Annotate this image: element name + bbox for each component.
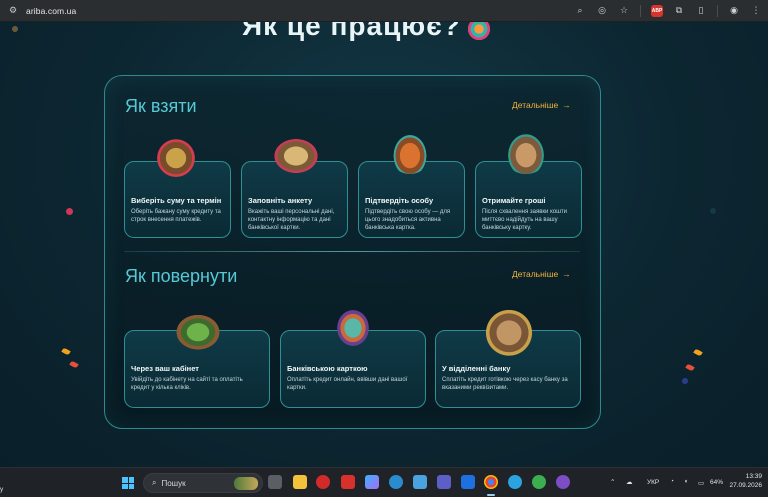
card-title: Банківською карткою: [287, 364, 368, 373]
utorrent-icon[interactable]: [532, 475, 546, 489]
browser-toolbar: ⚙ ariba.com.ua ⌕ ◎ ☆ ABP ⧉ ▯ ◉ ⋮: [0, 0, 768, 22]
confetti-decoration: [61, 347, 71, 356]
windows-start-icon[interactable]: [122, 477, 134, 489]
battery-percent: 64%: [710, 479, 724, 486]
bank-kiosk-character-illustration: [478, 302, 540, 358]
clock-time: 13:39: [745, 473, 762, 480]
card-title: Підтвердіть особу: [365, 196, 434, 205]
clock-date: 27.09.2026: [729, 481, 762, 489]
fox-character-illustration: [388, 128, 432, 174]
toolbar-divider: [640, 4, 641, 17]
viber-icon[interactable]: [556, 475, 570, 489]
section-title-return: Як повернути: [125, 266, 238, 286]
extensions-puzzle-icon[interactable]: ⧉: [673, 5, 685, 17]
active-app-indicator: [487, 494, 495, 496]
opera-icon[interactable]: [316, 475, 330, 489]
scroll-character-illustration: [268, 134, 324, 174]
file-explorer-icon[interactable]: [293, 475, 307, 489]
input-language[interactable]: УКР: [647, 479, 659, 486]
confetti-decoration: [708, 206, 718, 216]
card-title: Отримайте гроші: [482, 196, 546, 205]
search-icon: ⌕: [152, 478, 157, 487]
teams-icon[interactable]: [437, 475, 451, 489]
wifi-icon[interactable]: ◔: [670, 478, 674, 485]
eye-off-icon[interactable]: ◎: [596, 5, 608, 17]
toolbar-divider: [717, 4, 718, 17]
page-title: Як це працює?: [242, 22, 461, 41]
confetti-decoration: [64, 206, 75, 217]
flower-decoration-icon: [466, 22, 492, 42]
card-title: Виберіть суму та термін: [131, 196, 222, 205]
dropbox-icon[interactable]: [461, 475, 475, 489]
edge-icon[interactable]: [389, 475, 403, 489]
screen: ⚙ ariba.com.ua ⌕ ◎ ☆ ABP ⧉ ▯ ◉ ⋮ Як це п…: [0, 0, 768, 497]
copilot-icon[interactable]: [365, 475, 379, 489]
arrow-right-icon: →: [562, 269, 571, 279]
money-bag-character-illustration: [152, 135, 200, 177]
details-link-take[interactable]: Детальніше →: [512, 100, 571, 110]
card-text: Оберіть бажану суму кредиту та строк вне…: [131, 209, 221, 224]
site-info-icon[interactable]: ⚙: [6, 4, 20, 18]
confetti-decoration: [693, 348, 703, 357]
zoom-icon[interactable]: ⌕: [574, 5, 586, 17]
menu-kebab-icon[interactable]: ⋮: [750, 5, 762, 17]
page-content: Як це працює? Як взяти Детальніше → Вибе…: [0, 22, 768, 467]
taskbar-clock[interactable]: 13:39 27.09.2026: [729, 473, 762, 491]
card-text: Оплатіть кредит онлайн, ввівши дані вашо…: [287, 377, 408, 392]
card-text: Вкажіть ваші персональні дані, контактну…: [248, 209, 335, 232]
sidebar-icon[interactable]: ▯: [695, 5, 707, 17]
details-link-return[interactable]: Детальніше →: [512, 269, 571, 279]
confetti-decoration: [685, 363, 695, 372]
task-view-icon[interactable]: [268, 475, 282, 489]
confetti-decoration: [69, 360, 79, 369]
search-highlight-image: [234, 477, 258, 490]
volume-icon[interactable]: ◖: [684, 478, 688, 485]
tray-app-icon[interactable]: ☁: [626, 478, 633, 486]
telegram-icon[interactable]: [508, 475, 522, 489]
taskbar-left-text: y: [0, 486, 4, 493]
tray-overflow-chevron-icon[interactable]: ⌃: [610, 478, 615, 486]
frog-at-computer-illustration: [168, 308, 228, 352]
card-title: У відділенні банку: [442, 364, 511, 373]
store-icon[interactable]: [413, 475, 427, 489]
profile-icon[interactable]: ◉: [728, 5, 740, 17]
card-text: Підтвердіть свою особу — для цього знадо…: [365, 209, 451, 232]
armadillo-character-illustration: [502, 127, 550, 174]
toolbar-actions: ⌕ ◎ ☆ ABP ⧉ ▯ ◉ ⋮: [574, 4, 762, 17]
details-link-label: Детальніше: [512, 100, 559, 110]
section-divider: [124, 251, 580, 252]
address-bar[interactable]: ariba.com.ua: [26, 6, 76, 16]
arrow-right-icon: →: [562, 100, 571, 110]
windows-taskbar: y ⌕ Пошук ⌃ ☁ УКР ◔ ◖ ▭ 64% 13:39 27.09.…: [0, 467, 768, 497]
confetti-decoration: [10, 24, 20, 34]
adblock-extension-icon[interactable]: ABP: [651, 4, 663, 17]
section-title-take: Як взяти: [125, 96, 197, 116]
battery-icon[interactable]: ▭: [698, 479, 704, 487]
details-link-label: Детальніше: [512, 269, 559, 279]
confetti-decoration: [680, 376, 690, 386]
card-title: Через ваш кабінет: [131, 364, 199, 373]
chameleon-character-illustration: [330, 302, 376, 354]
card-text: Сплатіть кредит готівкою через касу банк…: [442, 377, 568, 392]
search-placeholder: Пошук: [161, 478, 186, 488]
card-text: Увійдіть до кабінету на сайті та оплатіт…: [131, 377, 243, 392]
lastpass-icon[interactable]: [341, 475, 355, 489]
chrome-icon[interactable]: [484, 475, 498, 489]
bookmark-star-icon[interactable]: ☆: [618, 5, 630, 17]
card-title: Заповніть анкету: [248, 196, 313, 205]
card-text: Після схвалення заявки кошти миттєво над…: [482, 209, 568, 232]
taskbar-search-input[interactable]: ⌕ Пошук: [143, 473, 263, 493]
